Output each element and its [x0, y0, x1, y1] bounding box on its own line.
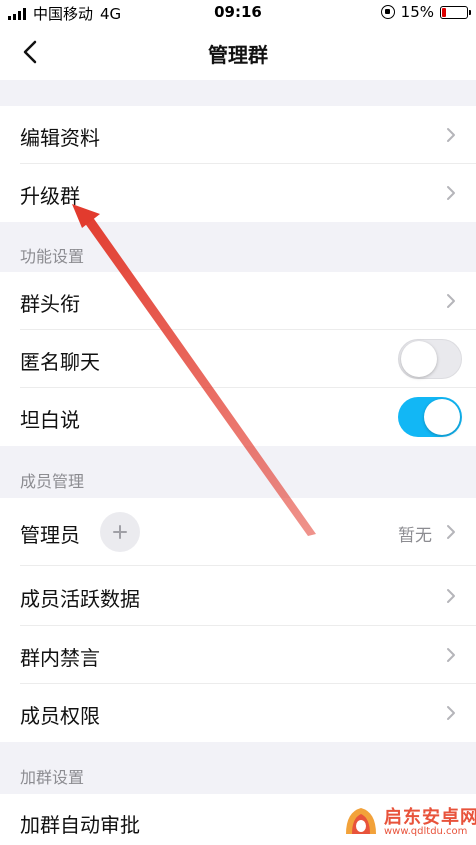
status-bar: 中国移动 4G 09:16 15%	[0, 0, 476, 24]
member-activity-label: 成员活跃数据	[20, 587, 140, 611]
admin-value: 暂无	[398, 526, 432, 546]
edit-profile-row[interactable]: 编辑资料	[0, 106, 476, 164]
group-title-label: 群头衔	[20, 292, 80, 316]
upgrade-group-row[interactable]: 升级群	[0, 164, 476, 222]
admin-label: 管理员	[20, 523, 80, 547]
mute-row[interactable]: 群内禁言	[0, 626, 476, 684]
member-permissions-row[interactable]: 成员权限	[0, 684, 476, 742]
toggle-knob	[401, 341, 437, 377]
plus-icon	[113, 525, 127, 539]
member-activity-row[interactable]: 成员活跃数据	[0, 566, 476, 626]
chevron-right-icon	[447, 648, 455, 662]
mute-label: 群内禁言	[20, 646, 100, 670]
upgrade-group-label: 升级群	[20, 184, 80, 208]
chevron-right-icon	[447, 186, 455, 200]
chevron-right-icon	[447, 589, 455, 603]
anonymous-chat-label: 匿名聊天	[20, 350, 100, 374]
chevron-right-icon	[447, 525, 455, 539]
section-header-join: 加群设置	[20, 768, 85, 787]
confession-row: 坦白说	[0, 388, 476, 446]
battery-level	[442, 7, 446, 17]
anonymous-chat-toggle[interactable]	[398, 339, 462, 379]
page-title: 管理群	[208, 43, 268, 67]
auto-approve-label: 加群自动审批	[20, 813, 140, 837]
admin-row[interactable]: 管理员 暂无	[0, 498, 476, 566]
orientation-lock-icon	[380, 5, 395, 19]
group-title-row[interactable]: 群头衔	[0, 272, 476, 330]
watermark-url: www.qdltdu.com	[384, 826, 468, 837]
battery-icon	[440, 5, 471, 19]
chevron-right-icon	[447, 294, 455, 308]
section-header-features: 功能设置	[20, 247, 85, 266]
chevron-right-icon	[447, 128, 455, 142]
section-header-members: 成员管理	[20, 472, 85, 491]
watermark-logo-icon	[346, 808, 376, 834]
anonymous-chat-row: 匿名聊天	[0, 330, 476, 388]
edit-profile-label: 编辑资料	[20, 126, 100, 150]
watermark: 启东安卓网 www.qdltdu.com	[340, 800, 476, 842]
chevron-right-icon	[447, 706, 455, 720]
confession-label: 坦白说	[20, 408, 80, 432]
add-admin-button[interactable]	[100, 512, 140, 552]
confession-toggle[interactable]	[398, 397, 462, 437]
toggle-knob	[424, 399, 460, 435]
battery-percent: 15%	[400, 3, 434, 21]
status-right: 15%	[380, 3, 471, 21]
nav-bar: 管理群	[0, 24, 476, 80]
member-permissions-label: 成员权限	[20, 704, 100, 728]
